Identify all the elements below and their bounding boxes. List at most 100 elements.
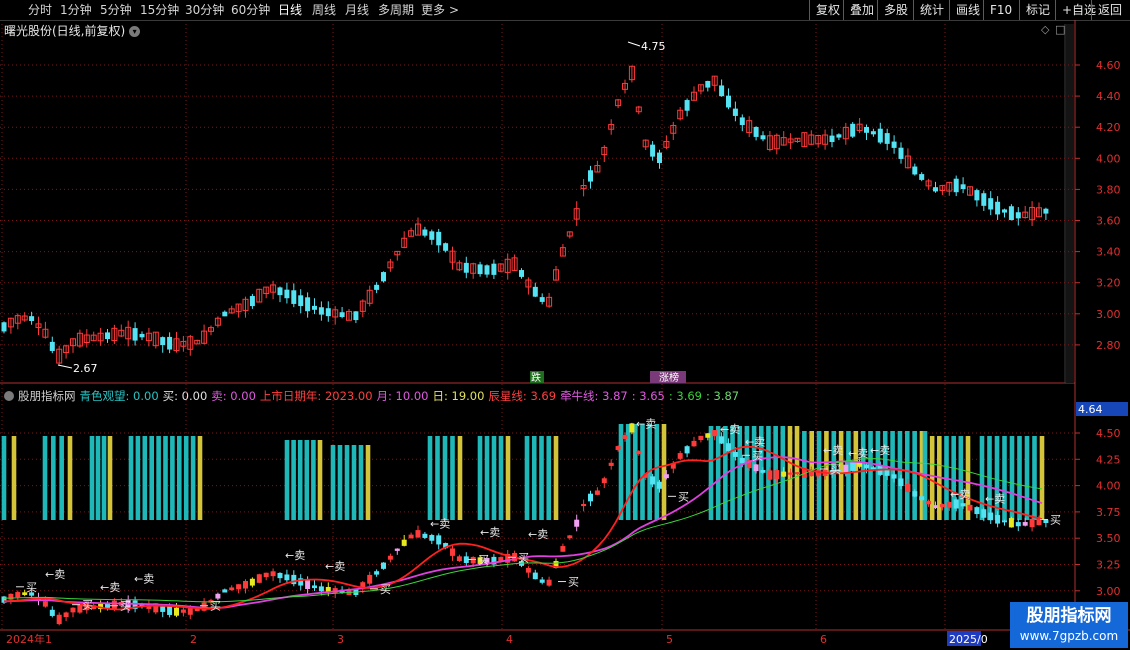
chart-canvas[interactable]: 4.60 4.40 4.20 4.00 3.80 3.60 3.40 3.20 3.00 2.80… xyxy=(0,0,1130,650)
ind-candle-body-141 xyxy=(974,507,980,515)
ind-bar-53 xyxy=(654,424,660,520)
ind-bar-43 xyxy=(524,436,530,520)
ind-candle-body-145 xyxy=(1002,520,1007,523)
ind-candle-body-33 xyxy=(229,587,235,591)
ind-bar-59 xyxy=(737,426,743,520)
main-candle-body-125 xyxy=(864,126,869,133)
ind-bar-39 xyxy=(484,436,490,520)
ind-candle-body-40 xyxy=(277,572,283,579)
ind-candle-body-86 xyxy=(594,490,600,495)
buy-label-0: 买 xyxy=(26,581,37,594)
main-axis-label-6: 3.40 xyxy=(1096,246,1121,259)
ind-candle-body-147 xyxy=(1015,522,1021,527)
ind-bar-30 xyxy=(351,445,357,520)
ind-candle-body-149 xyxy=(1029,518,1035,528)
time-label-5: 6 xyxy=(820,633,827,646)
ind-candle-body-113 xyxy=(781,471,787,477)
main-candle-body-4 xyxy=(29,316,35,321)
buy-label-6: 买 xyxy=(518,551,529,564)
main-candle-body-51 xyxy=(353,311,359,321)
ind-candle-body-87 xyxy=(601,478,607,484)
diamond-icon: ◇ xyxy=(1041,23,1050,36)
ind-candle-body-55 xyxy=(381,562,386,569)
main-candle-body-139 xyxy=(960,184,966,190)
main-candle-body-23 xyxy=(160,337,166,346)
ind-candle-body-144 xyxy=(995,515,1001,524)
ind-axis-label-6: 3.00 xyxy=(1096,585,1121,598)
ind-candle-body-89 xyxy=(615,446,621,450)
main-axis-label-2: 4.20 xyxy=(1096,121,1121,134)
buy-label-2: 买 xyxy=(120,600,131,613)
ind-candle-body-62 xyxy=(429,535,435,541)
time-label-6: 2025/0 xyxy=(949,633,988,646)
sell-label-13: ←卖 xyxy=(870,444,890,457)
buy-label-1: 买 xyxy=(82,599,93,612)
main-candle-body-133 xyxy=(919,174,925,180)
ind-candle-body-68 xyxy=(470,556,476,564)
ind-bar-58 xyxy=(730,426,735,520)
ind-candle-body-38 xyxy=(263,572,269,578)
ind-candle-body-142 xyxy=(981,509,987,518)
ind-candle-body-53 xyxy=(367,574,373,584)
sell-label-6: ←卖 xyxy=(480,526,500,539)
low-marker xyxy=(57,364,73,369)
ind-candle-body-115 xyxy=(795,472,800,475)
ind-bar-40 xyxy=(491,436,497,520)
main-candle-body-61 xyxy=(422,229,428,236)
main-candle-body-42 xyxy=(291,290,297,304)
ind-candle-body-46 xyxy=(318,586,324,592)
ind-candle-body-77 xyxy=(532,572,538,580)
ind-bar-35 xyxy=(442,436,448,520)
main-candle-body-24 xyxy=(167,336,173,350)
ind-candle-body-123 xyxy=(850,462,856,471)
ind-axis-label-4: 3.50 xyxy=(1096,532,1121,545)
ind-candle-body-10 xyxy=(70,607,76,613)
buy-label-4: 买 xyxy=(380,583,391,596)
event-down-label: 跌 xyxy=(531,371,541,384)
ind-bar-0 xyxy=(1,436,7,520)
ind-bar-7 xyxy=(95,436,101,520)
main-axis-label-7: 3.20 xyxy=(1096,277,1121,290)
ind-candle-body-150 xyxy=(1036,519,1042,526)
main-candle-body-95 xyxy=(657,152,662,163)
main-candle-body-63 xyxy=(436,231,442,246)
main-candle-body-105 xyxy=(726,95,731,108)
event-rank-label: 涨榜 xyxy=(659,371,679,384)
ind-candle-body-31 xyxy=(215,593,221,599)
main-axis-label-4: 3.80 xyxy=(1096,183,1121,196)
ind-candle-body-101 xyxy=(698,435,704,441)
ind-bar-9 xyxy=(107,436,113,520)
ind-candle-body-56 xyxy=(387,555,393,560)
ind-candle-body-84 xyxy=(581,503,587,507)
main-candle-body-147 xyxy=(1015,212,1021,219)
ind-bar-38 xyxy=(477,436,483,520)
main-candle-body-71 xyxy=(491,263,497,275)
ind-bar-76 xyxy=(860,431,866,520)
ind-candle-body-23 xyxy=(160,606,166,612)
main-candle-body-99 xyxy=(684,100,690,111)
ind-bar-3 xyxy=(51,436,56,520)
ind-bar-83 xyxy=(912,431,917,520)
ind-bar-98 xyxy=(1024,436,1030,520)
ind-bar-47 xyxy=(553,436,559,520)
main-candle-body-75 xyxy=(519,270,524,277)
ind-bar-51 xyxy=(640,424,645,520)
ind-candle-body-112 xyxy=(774,470,780,480)
ind-bar-75 xyxy=(853,431,859,520)
main-candle-body-67 xyxy=(463,262,469,273)
main-scroll xyxy=(1066,24,1074,383)
ind-bar-31 xyxy=(358,445,364,520)
ind-candle-body-32 xyxy=(222,589,228,593)
ind-bar-44 xyxy=(531,436,537,520)
time-label-4: 5 xyxy=(666,633,673,646)
main-candle-body-43 xyxy=(298,295,304,307)
ind-candle-body-125 xyxy=(864,464,869,469)
main-candle-body-109 xyxy=(753,126,759,137)
ind-candle-body-42 xyxy=(291,574,297,585)
buy-label-5: 买 xyxy=(478,553,489,566)
main-candle-body-142 xyxy=(981,193,987,206)
sell-label-8: ←卖 xyxy=(636,418,656,431)
ind-bar-1 xyxy=(11,436,17,520)
watermark-logo: 股朋指标网 www.7gpzb.com xyxy=(1010,602,1128,648)
ind-candle-body-91 xyxy=(629,423,635,433)
